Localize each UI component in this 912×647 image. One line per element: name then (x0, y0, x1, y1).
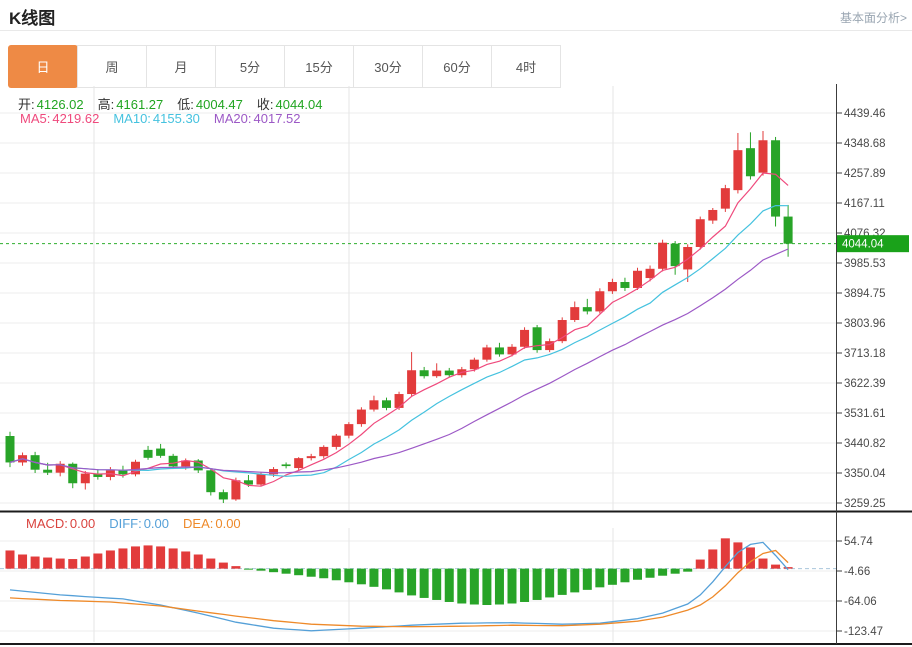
legend-label: 开: (18, 97, 35, 112)
legend-value: 4044.04 (275, 97, 323, 112)
legend-label: DEA: (183, 516, 214, 531)
kline-page: K线图 基本面分析> 日周月 5分 15分 30分 60分 4时 4439.46 4348.… (0, 0, 912, 647)
legend-value: 0.00 (215, 516, 241, 531)
legend-label: 高: (97, 97, 115, 112)
macd-legend: MACD: 0.00 DIFF: 0.00 DEA: 0.00 (26, 516, 255, 531)
legend-label: DIFF: (109, 516, 142, 531)
svg-text:54.74: 54.74 (844, 536, 873, 548)
svg-text:4439.46: 4439.46 (844, 108, 886, 120)
legend-value: 0.00 (143, 516, 170, 531)
legend-value: 0.00 (69, 516, 96, 531)
svg-text:-64.06: -64.06 (844, 596, 877, 608)
svg-text:-123.47: -123.47 (844, 626, 883, 638)
legend-label: 收: (256, 97, 274, 112)
svg-text:3531.61: 3531.61 (844, 408, 886, 420)
ma-legend: MA5: 4219.62 MA10: 4155.30 MA20: 4017.52 (20, 111, 315, 126)
svg-text:3803.96: 3803.96 (844, 318, 886, 330)
ma5-line (9, 172, 789, 487)
svg-text:3713.18: 3713.18 (844, 348, 886, 360)
legend-value: 4161.27 (116, 97, 164, 112)
svg-text:3350.04: 3350.04 (844, 468, 886, 480)
last-price-badge: 4044.04 (837, 235, 909, 253)
svg-text:3894.75: 3894.75 (844, 288, 886, 300)
legend-value: 4126.02 (36, 97, 84, 112)
legend-label: MA5: (20, 111, 51, 126)
legend-label: MA10: (113, 111, 151, 126)
svg-text:4348.68: 4348.68 (844, 138, 886, 150)
svg-text:4257.89: 4257.89 (844, 168, 886, 180)
legend-value: 4155.30 (152, 111, 200, 126)
legend-value: 4219.62 (52, 111, 100, 126)
svg-text:3259.25: 3259.25 (844, 498, 886, 510)
macd-bars (5, 538, 793, 606)
svg-text:3985.53: 3985.53 (844, 258, 886, 270)
svg-text:4044.04: 4044.04 (842, 239, 884, 251)
legend-label: 低: (177, 97, 194, 112)
svg-text:-4.66: -4.66 (844, 566, 870, 578)
candles-layer (5, 130, 793, 503)
legend-label: MACD: (26, 516, 68, 531)
svg-text:3440.82: 3440.82 (844, 438, 886, 450)
legend-value: 4017.52 (253, 111, 301, 126)
legend-label: MA20: (213, 111, 252, 126)
svg-text:3622.39: 3622.39 (844, 378, 886, 390)
legend-value: 4004.47 (195, 97, 243, 112)
svg-text:4167.11: 4167.11 (844, 198, 885, 210)
ma20-line (9, 248, 789, 474)
